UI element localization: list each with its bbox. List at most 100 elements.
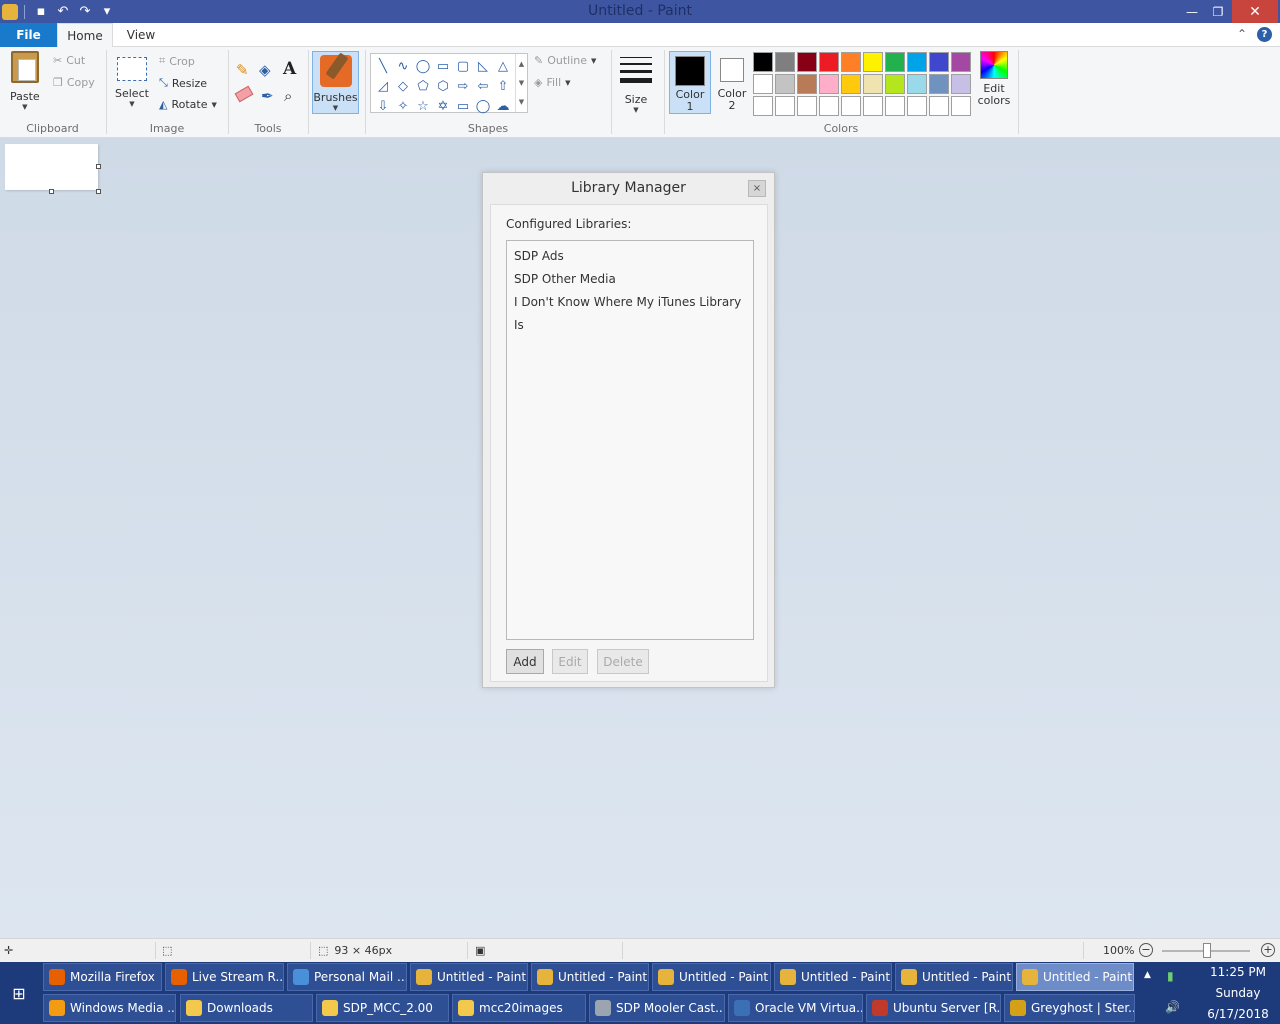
magnifier-icon[interactable]: ⌕ [284,87,292,105]
palette-swatch[interactable] [929,96,949,116]
taskbar-button[interactable]: Ubuntu Server [R... [866,994,1001,1022]
taskbar-button[interactable]: Untitled - Paint [1016,963,1134,991]
taskbar-button[interactable]: Oracle VM Virtua... [728,994,863,1022]
resize-handle[interactable] [96,189,101,194]
shape-item[interactable]: ⇦ [473,76,493,96]
shape-item[interactable]: ◺ [473,56,493,76]
zoom-slider-thumb[interactable] [1203,943,1211,958]
taskbar-button[interactable]: Untitled - Paint [410,963,528,991]
resize-handle[interactable] [49,189,54,194]
chevron-up-icon[interactable]: ▲ [519,60,524,68]
palette-swatch[interactable] [885,96,905,116]
rotate-button[interactable]: ◭ Rotate ▼ [159,98,217,111]
shape-item[interactable]: ☁ [493,96,513,116]
palette-swatch[interactable] [819,52,839,72]
shape-item[interactable]: ⇧ [493,76,513,96]
outline-button[interactable]: ✎ Outline ▼ [534,54,596,67]
zoom-out-button[interactable]: − [1139,943,1153,957]
color1-button[interactable]: Color 1 [669,51,711,114]
chevron-up-icon[interactable]: ▲ [1144,970,1151,980]
taskbar-button[interactable]: Untitled - Paint [774,963,892,991]
shape-item[interactable]: ∿ [393,56,413,76]
shape-item[interactable]: ◯ [413,56,433,76]
taskbar-button[interactable]: Untitled - Paint [531,963,649,991]
pencil-icon[interactable]: ✎ [236,61,249,79]
chevron-down-icon[interactable]: ▼ [519,79,524,87]
shape-item[interactable]: ◿ [373,76,393,96]
system-clock[interactable]: 11:25 PM Sunday 6/17/2018 [1198,962,1278,1024]
crop-button[interactable]: ⌗ Crop [159,54,195,68]
taskbar-button[interactable]: Mozilla Firefox [43,963,162,991]
taskbar-button[interactable]: Downloads [180,994,313,1022]
palette-swatch[interactable] [797,74,817,94]
palette-swatch[interactable] [885,74,905,94]
palette-swatch[interactable] [797,96,817,116]
shape-item[interactable]: ◯ [473,96,493,116]
shape-item[interactable]: ✧ [393,96,413,116]
shape-item[interactable]: ⬡ [433,76,453,96]
taskbar-button[interactable]: SDP_MCC_2.00 [316,994,449,1022]
collapse-ribbon-icon[interactable]: ⌃ [1237,27,1247,42]
color2-button[interactable]: Color 2 [714,51,750,114]
taskbar-button[interactable]: Greyghost | Ster... [1004,994,1135,1022]
palette-swatch[interactable] [951,52,971,72]
edit-colors-button[interactable]: Edit colors [976,51,1012,107]
add-button[interactable]: Add [506,649,544,674]
tab-file[interactable]: File [0,23,57,47]
delete-button[interactable]: Delete [597,649,649,674]
shape-item[interactable]: ▢ [453,56,473,76]
taskbar-button[interactable]: mcc20images [452,994,586,1022]
tab-home[interactable]: Home [57,23,113,48]
palette-swatch[interactable] [753,74,773,94]
library-list[interactable]: SDP Ads SDP Other Media I Don't Know Whe… [506,240,754,640]
shape-item[interactable]: ╲ [373,56,393,76]
palette-swatch[interactable] [797,52,817,72]
list-item[interactable]: SDP Other Media [507,268,753,291]
palette-swatch[interactable] [929,74,949,94]
shapes-gallery[interactable]: ╲ ∿ ◯ ▭ ▢ ◺ △ ◿ ◇ ⬠ ⬡ ⇨ ⇦ ⇧ ⇩ ✧ ☆ ✡ ▭ ◯ ☁ ▲ ▼ ▼ [370,53,528,116]
palette-swatch[interactable] [907,52,927,72]
taskbar-button[interactable]: Untitled - Paint [652,963,771,991]
eraser-icon[interactable] [234,85,254,103]
palette-swatch[interactable] [819,96,839,116]
close-button[interactable]: ✕ [1232,0,1278,23]
shapes-scrollbar[interactable]: ▲ ▼ ▼ [515,54,527,112]
palette-swatch[interactable] [907,96,927,116]
help-icon[interactable]: ? [1257,27,1272,42]
taskbar-button[interactable]: Untitled - Paint [895,963,1013,991]
start-button[interactable]: ⊞ [0,962,38,1024]
restore-button[interactable]: ❐ [1206,0,1230,23]
shape-item[interactable]: ▭ [453,96,473,116]
edit-button[interactable]: Edit [552,649,588,674]
shape-item[interactable]: ⬠ [413,76,433,96]
taskbar-button[interactable]: SDP Mooler Cast... [589,994,725,1022]
shape-item[interactable]: △ [493,56,513,76]
shape-item[interactable]: ◇ [393,76,413,96]
brushes-button[interactable]: Brushes ▼ [312,51,359,114]
palette-swatch[interactable] [929,52,949,72]
palette-swatch[interactable] [907,74,927,94]
palette-swatch[interactable] [841,74,861,94]
cut-button[interactable]: ✂ Cut [53,54,85,67]
list-item[interactable]: SDP Ads [507,245,753,268]
color-picker-icon[interactable]: ✒ [261,87,274,105]
palette-swatch[interactable] [841,52,861,72]
shape-item[interactable]: ▭ [433,56,453,76]
minimize-button[interactable]: — [1180,0,1204,23]
volume-icon[interactable]: 🔊 [1165,1000,1180,1014]
palette-swatch[interactable] [885,52,905,72]
palette-swatch[interactable] [775,52,795,72]
palette-swatch[interactable] [841,96,861,116]
palette-swatch[interactable] [863,96,883,116]
zoom-in-button[interactable]: + [1261,943,1275,957]
shape-item[interactable]: ✡ [433,96,453,116]
fill-button[interactable]: ◈ Fill ▼ [534,76,571,89]
palette-swatch[interactable] [863,52,883,72]
taskbar-button[interactable]: Live Stream R... [165,963,284,991]
expand-icon[interactable]: ▼ [519,98,524,106]
taskbar-button[interactable]: Windows Media ... [43,994,176,1022]
palette-swatch[interactable] [775,74,795,94]
resize-button[interactable]: ⤡ Resize [159,76,207,90]
palette-swatch[interactable] [951,96,971,116]
palette-swatch[interactable] [819,74,839,94]
